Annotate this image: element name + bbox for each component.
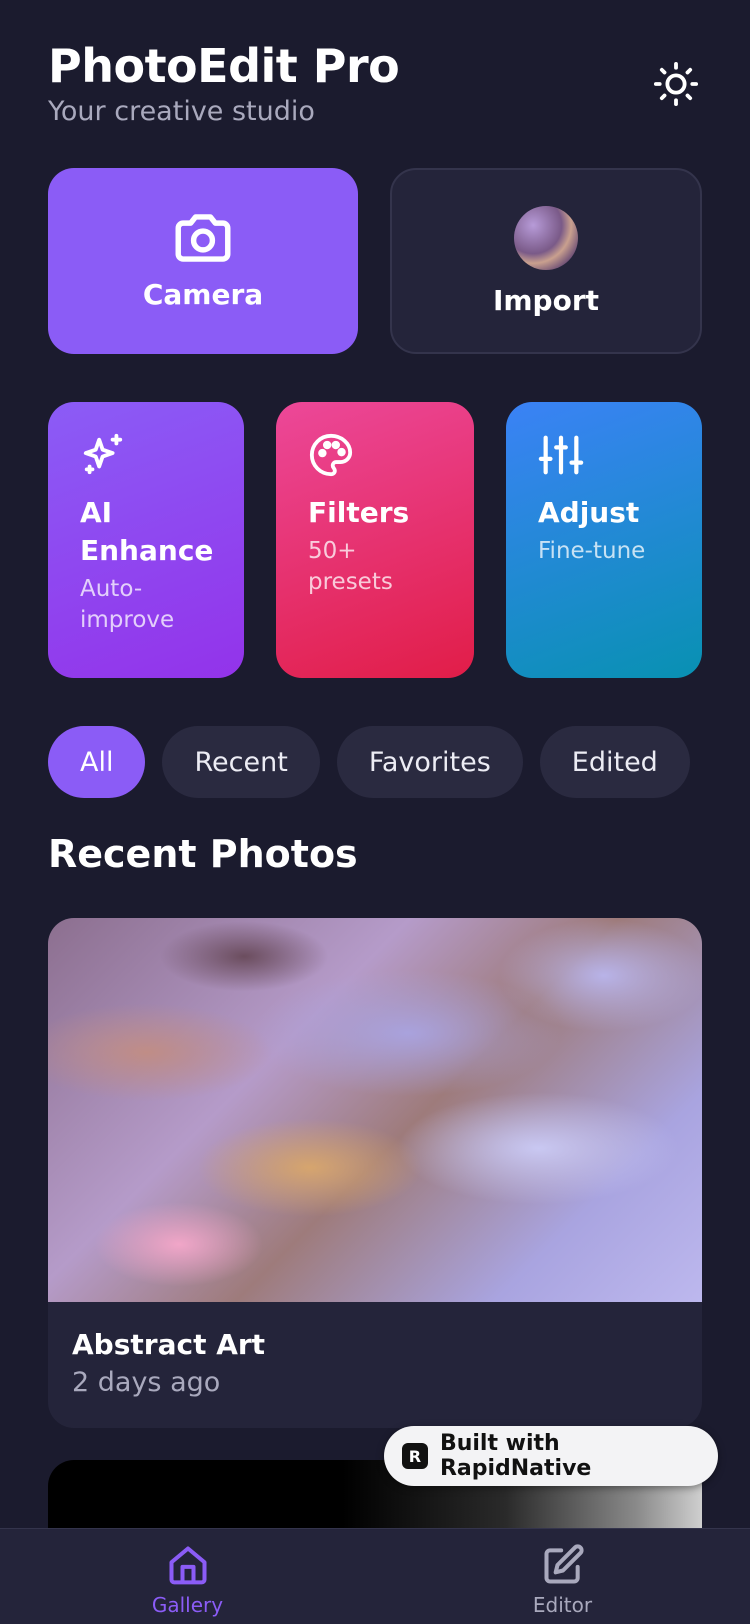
tab-label: Gallery — [151, 1593, 224, 1617]
palette-icon — [309, 433, 353, 477]
rapidnative-logo-icon: R — [402, 1443, 428, 1469]
camera-label: Camera — [142, 277, 264, 311]
tool-adjust[interactable]: Adjust Fine-tune — [506, 402, 702, 678]
tools-row: AI Enhance Auto-improve Filters 50+ pres… — [48, 402, 702, 678]
chip-all[interactable]: All — [48, 726, 146, 798]
photo-card[interactable]: Abstract Art 2 days ago — [48, 918, 702, 1428]
app-header: PhotoEdit Pro Your creative studio — [48, 38, 702, 138]
tool-title: Adjust — [538, 496, 640, 529]
photo-info: Abstract Art 2 days ago — [48, 1302, 702, 1424]
section-title: Recent Photos — [48, 832, 358, 876]
chip-recent[interactable]: Recent — [162, 726, 320, 798]
edit-icon — [543, 1544, 584, 1584]
sparkles-icon — [83, 433, 123, 475]
tool-subtitle: 50+ presets — [308, 538, 393, 595]
tool-subtitle: Fine-tune — [538, 538, 646, 564]
built-with-badge[interactable]: R Built with RapidNative — [384, 1426, 718, 1486]
photo-image — [48, 918, 702, 1302]
bottom-tab-bar: Gallery Editor — [0, 1528, 750, 1624]
import-label: Import — [492, 283, 600, 317]
chip-favorites[interactable]: Favorites — [336, 726, 523, 798]
photo-title: Abstract Art — [72, 1328, 266, 1361]
tab-editor[interactable]: Editor — [375, 1529, 750, 1624]
chip-edited[interactable]: Edited — [539, 726, 690, 798]
app-title: PhotoEdit Pro — [48, 39, 400, 93]
badge-text: Built with RapidNative — [439, 1431, 592, 1481]
camera-button[interactable]: Camera — [48, 168, 358, 354]
filter-chips: All Recent Favorites Edited — [48, 726, 690, 798]
sliders-icon — [538, 435, 584, 475]
camera-icon — [175, 213, 231, 262]
tab-gallery[interactable]: Gallery — [0, 1529, 375, 1624]
sun-icon — [653, 61, 699, 107]
photo-date: 2 days ago — [72, 1367, 221, 1398]
tool-title: Filters — [308, 496, 410, 529]
tool-filters[interactable]: Filters 50+ presets — [276, 402, 474, 678]
app-subtitle: Your creative studio — [48, 96, 315, 127]
photo-thumbnail — [514, 205, 578, 270]
tab-label: Editor — [532, 1593, 593, 1617]
home-icon — [168, 1546, 207, 1585]
primary-actions: Camera Import — [48, 168, 702, 354]
import-button[interactable]: Import — [390, 168, 702, 354]
tool-ai-enhance[interactable]: AI Enhance Auto-improve — [48, 402, 244, 678]
theme-toggle-button[interactable] — [650, 58, 702, 110]
tool-subtitle: Auto-improve — [80, 576, 175, 633]
tool-title: AI Enhance — [80, 496, 214, 567]
